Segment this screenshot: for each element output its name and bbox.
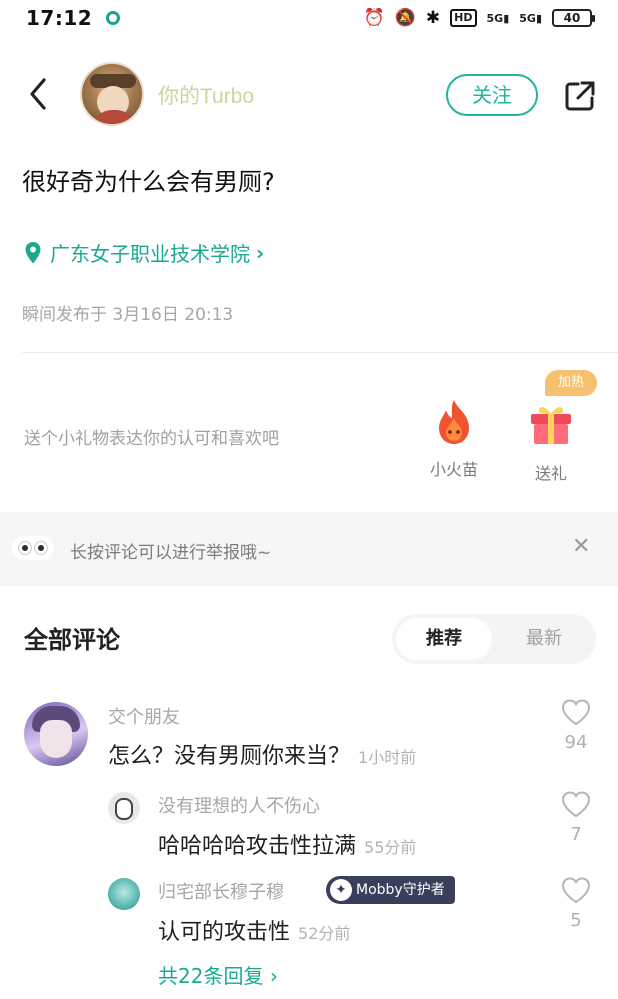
- tab-latest[interactable]: 最新: [496, 618, 592, 660]
- share-button[interactable]: [562, 78, 598, 114]
- reply-author-name[interactable]: 归宅部长穆子穆: [158, 878, 284, 904]
- status-icons: ⏰ 🔕 ✱ HD 5G▮ 5G▮ 40: [363, 8, 595, 28]
- close-icon[interactable]: ✕: [572, 534, 590, 559]
- hot-badge: 加热: [545, 370, 597, 396]
- share-external-icon: [565, 81, 595, 111]
- heart-outline-icon: [561, 699, 591, 726]
- like-button[interactable]: 7: [556, 790, 596, 845]
- commenter-name[interactable]: 交个朋友: [108, 703, 180, 729]
- reply-time: 55分前: [364, 838, 417, 857]
- more-replies-link[interactable]: 共22条回复 ›: [158, 960, 278, 989]
- like-button[interactable]: 5: [556, 876, 596, 931]
- reply-time: 52分前: [298, 924, 351, 943]
- chevron-left-icon: [30, 78, 46, 110]
- comment-text: 怎么？没有男厕你来当？: [108, 744, 351, 769]
- status-time: 17:12: [26, 6, 93, 30]
- signal-icon-1: 5G▮: [486, 11, 510, 25]
- bluetooth-icon: ✱: [425, 8, 441, 28]
- guardian-badge: ✦ Mobby守护者: [326, 876, 455, 904]
- reply-content[interactable]: 哈哈哈哈攻击性拉满 55分前: [158, 828, 416, 860]
- like-count: 7: [570, 824, 582, 845]
- signal-icon-2: 5G▮: [519, 11, 542, 25]
- report-notice-bar: 长按评论可以进行举报哦~ ✕: [0, 512, 618, 586]
- like-button[interactable]: 94: [556, 698, 596, 753]
- more-replies-label: 共22条回复: [158, 964, 264, 988]
- guardian-badge-label: Mobby守护者: [356, 882, 445, 898]
- location-name: 广东女子职业技术学院: [50, 242, 250, 266]
- reply-text: 认可的攻击性: [158, 920, 291, 945]
- heart-outline-icon: [561, 791, 591, 818]
- author-avatar[interactable]: [80, 62, 144, 126]
- reply-author-name[interactable]: 没有理想的人不伤心: [158, 792, 320, 818]
- commenter-avatar[interactable]: [24, 702, 88, 766]
- post-timestamp: 瞬间发布于 3月16日 20:13: [22, 305, 234, 325]
- eyes-icon: [12, 536, 54, 560]
- alarm-icon: ⏰: [363, 8, 385, 28]
- flame-icon: [439, 400, 469, 444]
- gift-label: 送礼: [534, 464, 567, 483]
- reply-avatar[interactable]: [108, 792, 140, 824]
- post-title: 很好奇为什么会有男厕?: [22, 168, 275, 196]
- flame-gift-button[interactable]: 小火苗: [424, 398, 484, 480]
- post-header: 你的Turbo 关注: [0, 58, 618, 130]
- report-notice-text: 长按评论可以进行举报哦~: [70, 543, 272, 563]
- author-username[interactable]: 你的Turbo: [158, 80, 254, 110]
- gift-hint-text: 送个小礼物表达你的认可和喜欢吧: [24, 429, 279, 449]
- reply-text: 哈哈哈哈攻击性拉满: [158, 834, 357, 859]
- comment-time: 1小时前: [358, 748, 417, 767]
- chevron-right-icon: ›: [256, 240, 265, 265]
- network-label-2: 5G: [519, 11, 536, 25]
- mute-icon: 🔕: [394, 8, 416, 28]
- network-label-1: 5G: [486, 11, 504, 25]
- like-count: 5: [570, 910, 582, 931]
- follow-button[interactable]: 关注: [446, 74, 538, 116]
- location-link[interactable]: 广东女子职业技术学院 ›: [24, 238, 264, 267]
- like-count: 94: [564, 732, 588, 753]
- reply-content[interactable]: 认可的攻击性 52分前: [158, 914, 350, 946]
- comment-sort-tabs: 推荐 最新: [392, 614, 596, 664]
- sparkle-icon: ✦: [330, 879, 352, 901]
- battery-icon: 40: [552, 9, 595, 27]
- status-bar: 17:12 ⏰ 🔕 ✱ HD 5G▮ 5G▮ 40: [0, 0, 618, 36]
- tab-recommended[interactable]: 推荐: [396, 618, 492, 660]
- comment-content[interactable]: 怎么？没有男厕你来当？ 1小时前: [108, 738, 416, 770]
- back-button[interactable]: [24, 76, 54, 112]
- hd-icon: HD: [450, 9, 477, 27]
- heart-outline-icon: [561, 877, 591, 904]
- app-notification-icon: [106, 11, 121, 25]
- chevron-right-icon: ›: [269, 964, 278, 988]
- divider: [22, 352, 618, 353]
- location-pin-icon: [25, 241, 41, 263]
- gift-box-icon: [531, 407, 571, 444]
- comments-title: 全部评论: [24, 626, 120, 654]
- flame-label: 小火苗: [429, 460, 478, 479]
- reply-avatar[interactable]: [108, 878, 140, 910]
